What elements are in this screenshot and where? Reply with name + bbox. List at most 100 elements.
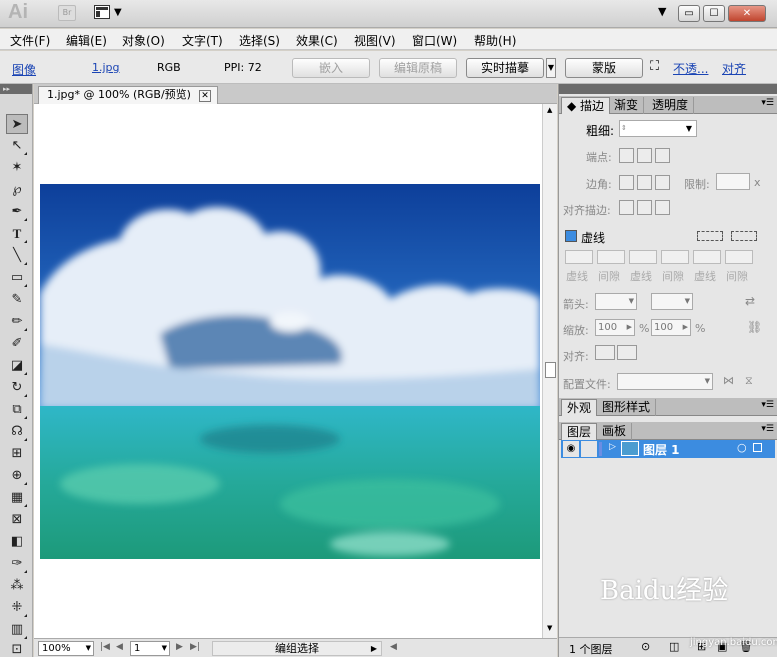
artboard-tool-icon[interactable]: ⊡ bbox=[6, 640, 28, 657]
tab-graphic-styles[interactable]: 图形样式 bbox=[597, 399, 657, 416]
scroll-up-icon[interactable]: ▲ bbox=[547, 106, 552, 114]
canvas[interactable] bbox=[34, 104, 542, 638]
width-profile-select[interactable]: ▼ bbox=[617, 373, 713, 390]
tab-artboards[interactable]: 画板 bbox=[597, 423, 633, 440]
align-link[interactable]: 对齐 bbox=[722, 60, 746, 77]
miter-limit-input[interactable] bbox=[716, 173, 750, 190]
first-artboard-icon[interactable]: |◀ bbox=[100, 642, 110, 652]
scroll-thumb[interactable] bbox=[545, 362, 556, 378]
align-outside-icon[interactable] bbox=[655, 200, 670, 215]
end-scale-input[interactable]: 100 ▶ bbox=[651, 319, 691, 336]
menu-object[interactable]: 对象(O) bbox=[122, 32, 165, 49]
bevel-join-icon[interactable] bbox=[655, 175, 670, 190]
warp-tool-icon[interactable]: ☊ bbox=[6, 422, 28, 442]
menu-file[interactable]: 文件(F) bbox=[10, 32, 50, 49]
last-artboard-icon[interactable]: ▶| bbox=[190, 642, 200, 652]
direct-selection-tool-icon[interactable]: ↖ bbox=[6, 136, 28, 156]
linked-file-link[interactable]: 1.jpg bbox=[92, 61, 120, 74]
mesh-tool-icon[interactable]: ⊠ bbox=[6, 510, 28, 530]
layer-name[interactable]: 图层 1 bbox=[643, 441, 680, 458]
column-graph-tool-icon[interactable]: ▥ bbox=[6, 620, 28, 640]
dash-1-input[interactable] bbox=[565, 250, 593, 264]
line-tool-icon[interactable]: ╲ bbox=[6, 246, 28, 266]
tab-appearance[interactable]: 外观 bbox=[561, 399, 598, 416]
selection-square-icon[interactable] bbox=[753, 443, 762, 452]
close-icon[interactable]: ✕ bbox=[198, 90, 211, 102]
pencil-tool-icon[interactable]: ✏ bbox=[6, 312, 28, 332]
panel-menu-icon[interactable]: ▾☰ bbox=[761, 424, 774, 434]
scroll-left-icon[interactable]: ◀ bbox=[390, 642, 397, 652]
round-join-icon[interactable] bbox=[637, 175, 652, 190]
transform-icon[interactable]: ⛶ bbox=[650, 59, 659, 74]
eyedropper-tool-icon[interactable]: ✑ bbox=[6, 554, 28, 574]
gradient-tool-icon[interactable]: ◧ bbox=[6, 532, 28, 552]
scroll-down-icon[interactable]: ▼ bbox=[547, 624, 552, 632]
miter-join-icon[interactable] bbox=[619, 175, 634, 190]
next-artboard-icon[interactable]: ▶ bbox=[176, 642, 183, 652]
visibility-eye-icon[interactable]: ◉ bbox=[563, 441, 579, 457]
arrange-documents-button[interactable]: ▼ bbox=[94, 5, 128, 21]
expand-triangle-icon[interactable]: ▷ bbox=[609, 442, 616, 452]
dash-align-icon[interactable] bbox=[731, 231, 757, 241]
placed-image[interactable] bbox=[40, 184, 540, 559]
rotate-tool-icon[interactable]: ↻ bbox=[6, 378, 28, 398]
object-type-link[interactable]: 图像 bbox=[12, 61, 36, 78]
menu-select[interactable]: 选择(S) bbox=[239, 32, 280, 49]
end-arrow-select[interactable]: ▼ bbox=[651, 293, 693, 310]
butt-cap-icon[interactable] bbox=[619, 148, 634, 163]
document-tab[interactable]: 1.jpg* @ 100% (RGB/预览) ✕ bbox=[38, 86, 218, 104]
rectangle-tool-icon[interactable]: ▭ bbox=[6, 268, 28, 288]
mask-button[interactable]: 蒙版 bbox=[565, 58, 643, 78]
layer-row[interactable]: ◉ ▷ 图层 1 ○ bbox=[561, 440, 775, 458]
align-center-icon[interactable] bbox=[619, 200, 634, 215]
clipping-mask-icon[interactable]: ◫ bbox=[669, 640, 679, 653]
flip-across-icon[interactable]: ⧖ bbox=[745, 374, 753, 388]
panel-menu-icon[interactable]: ▾☰ bbox=[761, 98, 774, 108]
edit-original-button[interactable]: 编辑原稿 bbox=[379, 58, 457, 78]
projecting-cap-icon[interactable] bbox=[655, 148, 670, 163]
dash-2-input[interactable] bbox=[629, 250, 657, 264]
tab-layers[interactable]: 图层 bbox=[561, 423, 598, 440]
graph-tool-icon[interactable]: ▦ bbox=[6, 488, 28, 508]
trace-options-dropdown[interactable]: ▼ bbox=[546, 58, 556, 78]
artboard-select[interactable]: 1 ▼ bbox=[130, 641, 170, 656]
bridge-button[interactable]: Br bbox=[58, 5, 76, 21]
swap-arrows-icon[interactable]: ⇄ bbox=[745, 294, 755, 308]
status-tool-label[interactable]: 编组选择 ▶ bbox=[212, 641, 382, 656]
paintbrush-tool-icon[interactable]: ✎ bbox=[6, 290, 28, 310]
maximize-button[interactable]: ☐ bbox=[703, 5, 725, 22]
zoom-select[interactable]: 100% ▼ bbox=[38, 641, 94, 656]
panel-menu-icon[interactable]: ▾☰ bbox=[761, 400, 774, 410]
live-trace-button[interactable]: 实时描摹 bbox=[466, 58, 544, 78]
opacity-link[interactable]: 不透... bbox=[673, 60, 708, 77]
locate-object-icon[interactable]: ⊙ bbox=[641, 640, 650, 653]
panel-collapse-icon[interactable]: ▸▸ bbox=[0, 84, 32, 94]
lasso-tool-icon[interactable]: ℘ bbox=[6, 180, 28, 200]
start-scale-input[interactable]: 100 ▶ bbox=[595, 319, 635, 336]
blend-tool-icon[interactable]: ⁂ bbox=[6, 576, 28, 596]
dash-preserve-icon[interactable] bbox=[697, 231, 723, 241]
stroke-weight-select[interactable]: ⇕ ▼ bbox=[619, 120, 697, 137]
menu-window[interactable]: 窗口(W) bbox=[412, 32, 457, 49]
menu-view[interactable]: 视图(V) bbox=[354, 32, 396, 49]
embed-button[interactable]: 嵌入 bbox=[292, 58, 370, 78]
gap-3-input[interactable] bbox=[725, 250, 753, 264]
gap-2-input[interactable] bbox=[661, 250, 689, 264]
dash-3-input[interactable] bbox=[693, 250, 721, 264]
close-button[interactable]: ✕ bbox=[728, 5, 766, 22]
link-scale-icon[interactable]: ⛓ bbox=[747, 320, 762, 334]
lock-toggle-icon[interactable] bbox=[581, 441, 597, 457]
eraser-tool-icon[interactable]: ◪ bbox=[6, 356, 28, 376]
menu-edit[interactable]: 编辑(E) bbox=[66, 32, 107, 49]
previous-artboard-icon[interactable]: ◀ bbox=[116, 642, 123, 652]
menu-effect[interactable]: 效果(C) bbox=[296, 32, 338, 49]
menu-help[interactable]: 帮助(H) bbox=[474, 32, 516, 49]
flip-along-icon[interactable]: ⋈ bbox=[723, 374, 734, 387]
scale-tool-icon[interactable]: ⧉ bbox=[6, 400, 28, 420]
arrow-tip-extend-icon[interactable] bbox=[595, 345, 615, 360]
pen-tool-icon[interactable]: ✒ bbox=[6, 202, 28, 222]
blob-brush-tool-icon[interactable]: ✐ bbox=[6, 334, 28, 354]
target-circle-icon[interactable]: ○ bbox=[737, 441, 747, 454]
symbol-sprayer-tool-icon[interactable]: ⁜ bbox=[6, 598, 28, 618]
type-tool-icon[interactable]: T bbox=[6, 224, 28, 244]
